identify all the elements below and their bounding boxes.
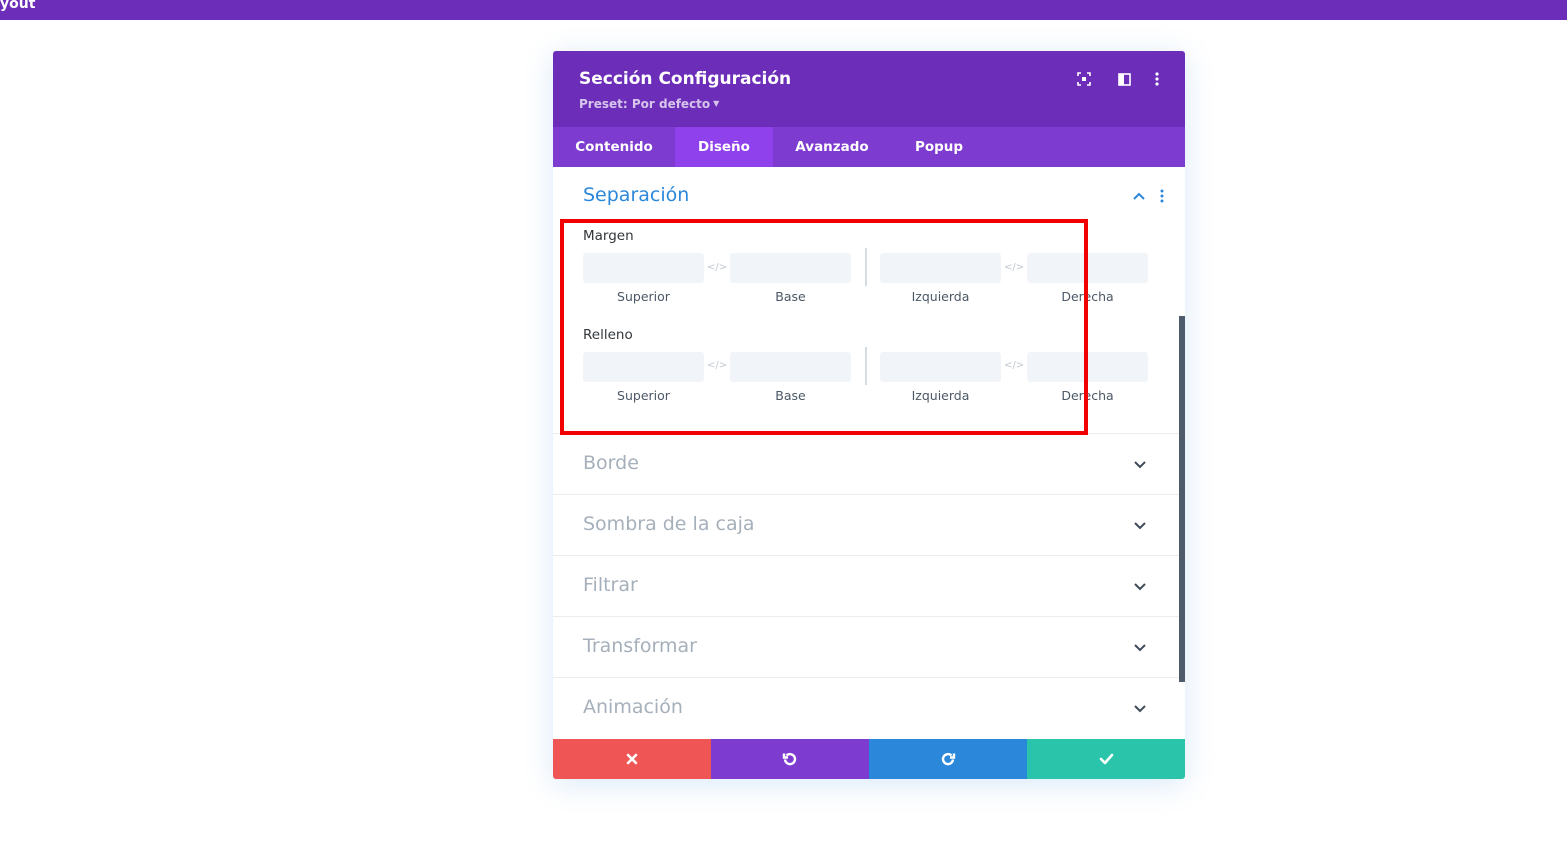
caret-down-icon: ▼ (713, 99, 720, 108)
section-divider (553, 555, 1185, 556)
modal-header: Sección Configuración Preset: Por defect… (553, 51, 1185, 127)
chevron-up-icon[interactable] (1131, 188, 1147, 204)
top-bar-text: ayout (0, 0, 36, 12)
chevron-down-icon[interactable] (1132, 578, 1148, 594)
close-icon (626, 753, 638, 765)
scrollbar-thumb[interactable] (1179, 316, 1185, 682)
spacing-section-title[interactable]: Separación (583, 184, 689, 206)
focus-icon[interactable] (1075, 70, 1093, 88)
modal-footer (553, 739, 1185, 779)
redo-icon (941, 752, 956, 766)
section-border[interactable]: Borde (583, 452, 639, 474)
undo-icon (782, 752, 797, 766)
redo-button[interactable] (869, 739, 1027, 779)
more-vertical-icon[interactable] (1148, 70, 1166, 88)
undo-button[interactable] (711, 739, 869, 779)
chevron-down-icon[interactable] (1132, 456, 1148, 472)
top-bar: ayout (0, 0, 1567, 20)
section-box-shadow[interactable]: Sombra de la caja (583, 513, 755, 535)
preset-label: Preset: Por defecto (579, 97, 711, 111)
section-divider (553, 616, 1185, 617)
chevron-down-icon[interactable] (1132, 700, 1148, 716)
save-button[interactable] (1027, 739, 1185, 779)
section-filter[interactable]: Filtrar (583, 574, 638, 596)
section-divider (553, 494, 1185, 495)
discard-button[interactable] (553, 739, 711, 779)
tab-popup[interactable]: Popup (891, 127, 987, 167)
tab-avanzado[interactable]: Avanzado (773, 127, 891, 167)
tab-contenido[interactable]: Contenido (553, 127, 675, 167)
preset-selector[interactable]: Preset: Por defecto ▼ (579, 97, 719, 111)
chevron-down-icon[interactable] (1132, 639, 1148, 655)
modal-title: Sección Configuración (579, 69, 792, 89)
tab-diseno[interactable]: Diseño (675, 127, 773, 167)
section-transform[interactable]: Transformar (583, 635, 697, 657)
annotation-highlight-box (560, 219, 1088, 435)
section-divider (553, 677, 1185, 678)
tab-bar: Contenido Diseño Avanzado Popup (553, 127, 1185, 167)
chevron-down-icon[interactable] (1132, 517, 1148, 533)
columns-icon[interactable] (1115, 70, 1133, 88)
section-animation[interactable]: Animación (583, 696, 683, 718)
check-icon (1099, 753, 1113, 765)
more-vertical-icon[interactable] (1158, 188, 1166, 204)
